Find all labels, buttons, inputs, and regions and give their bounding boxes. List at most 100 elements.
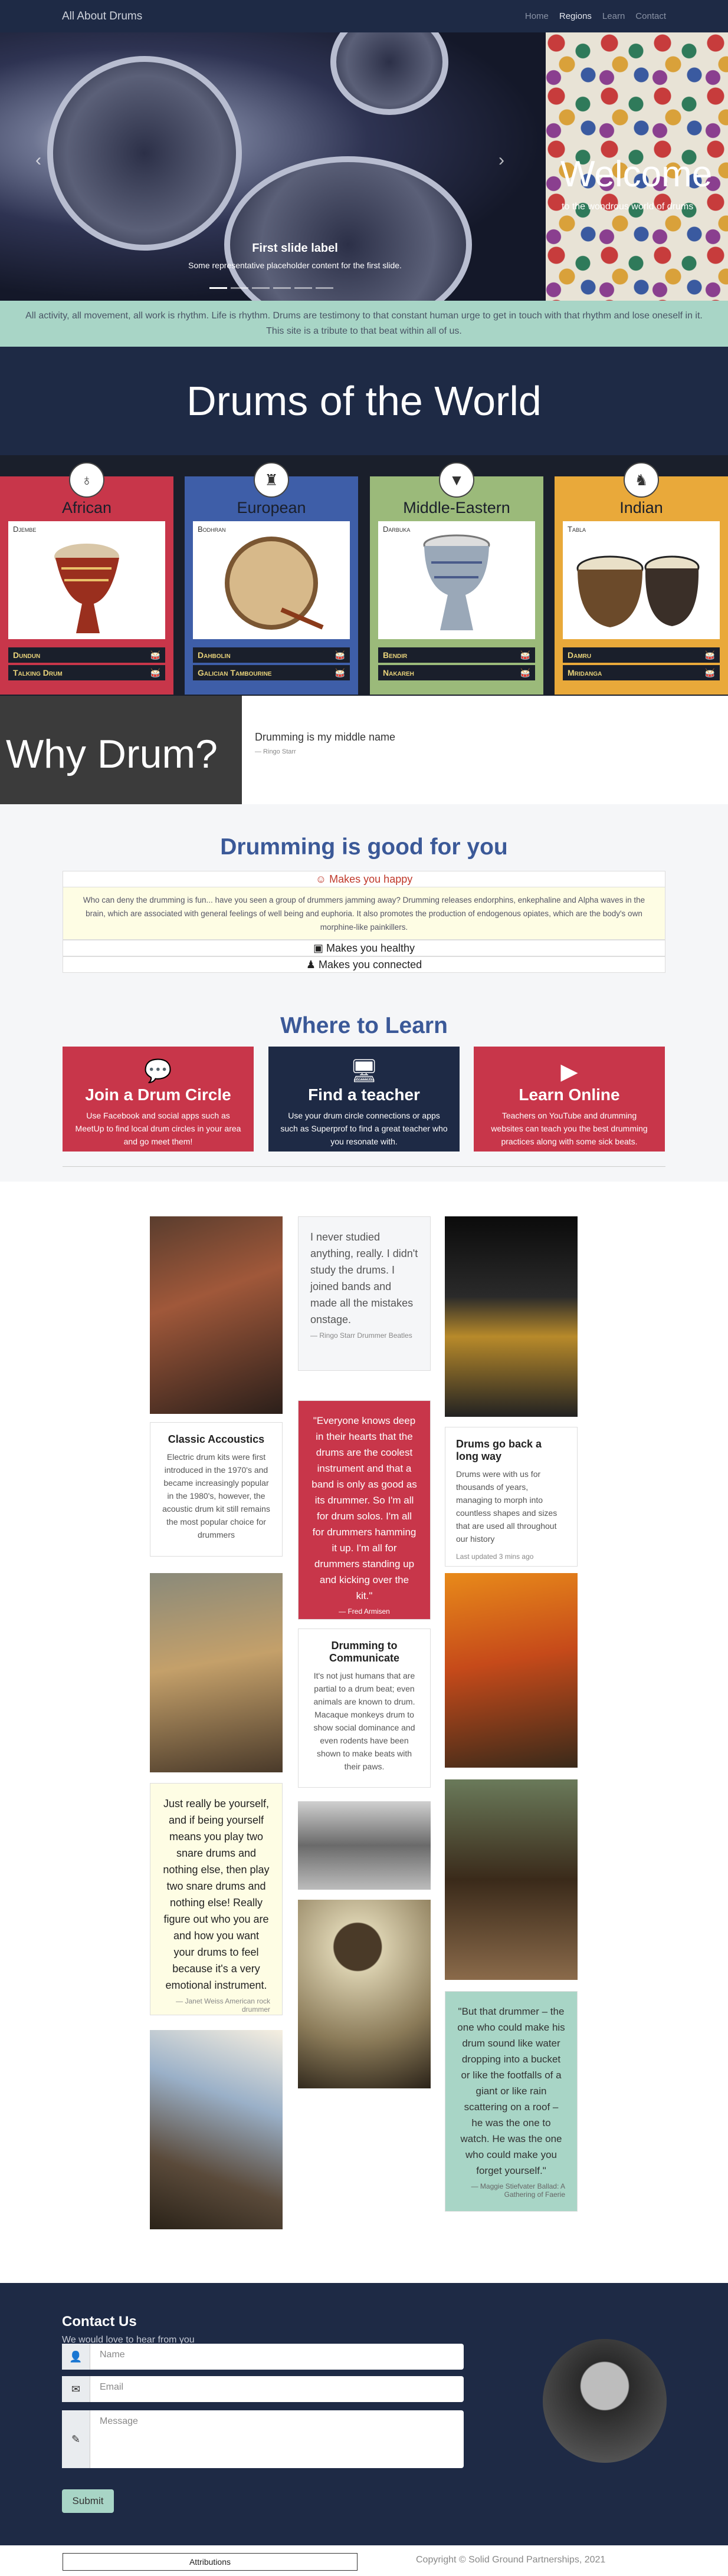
- region-card-european[interactable]: ♜ European Bodhran Dahbolin 🥁 Galician Ta…: [185, 462, 358, 695]
- drummer-photo: [150, 1216, 283, 1414]
- card-title: Drums go back a long way: [456, 1438, 542, 1462]
- chat-icon: 💬: [144, 1059, 172, 1084]
- why-drum-heading: Why Drum?: [0, 696, 242, 804]
- region-card-african[interactable]: ♁ African Djembe Dundun 🥁 Talking Drum 🥁: [0, 462, 173, 695]
- card-text: Use your drum circle connections or apps…: [280, 1111, 448, 1146]
- learn-card-teacher[interactable]: 🖥 Find a teacher Use your drum circle co…: [268, 1047, 460, 1152]
- quote-text: Just really be yourself, and if being yo…: [163, 1798, 270, 1991]
- carousel-indicator[interactable]: [273, 287, 291, 289]
- djembe-image: [8, 521, 165, 639]
- carousel-indicator[interactable]: [316, 287, 333, 289]
- quote-janet-weiss: Just really be yourself, and if being yo…: [150, 1783, 283, 2015]
- brand-link[interactable]: All About Drums: [62, 10, 142, 23]
- region-card-indian[interactable]: ♞ Indian Tabla Damru 🥁 Mridanga 🥁: [555, 462, 728, 695]
- nav-link-home[interactable]: Home: [525, 11, 549, 21]
- rhythm-quote: All activity, all movement, all work is …: [0, 301, 728, 347]
- name-input[interactable]: Name: [90, 2344, 135, 2370]
- tabla-player-photo: [445, 1573, 578, 1768]
- envelope-icon: ✉: [62, 2376, 90, 2402]
- drum-label: Darbuka: [383, 525, 411, 534]
- accordion-happy[interactable]: ☺ Makes you happy: [63, 871, 665, 887]
- quote-cite: — Fred Armisen: [339, 1607, 390, 1616]
- card-history: Drums go back a long way Drums were with…: [445, 1427, 578, 1567]
- card-meta: Last updated 3 mins ago: [456, 1552, 534, 1561]
- quote-cite: — Janet Weiss American rock drummer: [176, 1997, 270, 2014]
- attributions-button[interactable]: Attributions: [63, 2553, 358, 2571]
- drum-icon: 🥁: [150, 668, 160, 677]
- carousel-next-icon[interactable]: ›: [499, 150, 504, 170]
- learn-card-online[interactable]: ▶ Learn Online Teachers on YouTube and d…: [474, 1047, 665, 1152]
- submit-button[interactable]: Submit: [62, 2489, 114, 2513]
- copyright-text: Copyright © Solid Ground Partnerships, 2…: [416, 2555, 606, 2565]
- email-field[interactable]: ✉ Email: [62, 2376, 464, 2402]
- region-title: Middle-Eastern: [403, 499, 510, 516]
- carousel-indicator[interactable]: [231, 287, 248, 289]
- navbar: All About Drums Home Regions Learn Conta…: [0, 0, 728, 32]
- benefits-title: Drumming is good for you: [220, 834, 508, 860]
- name-field[interactable]: 👤 Name: [62, 2344, 464, 2370]
- nav-link-regions[interactable]: Regions: [559, 11, 592, 21]
- drum-icon: 🥁: [150, 650, 160, 660]
- carousel-indicators: [209, 287, 333, 289]
- people-icon: ♟: [306, 959, 319, 970]
- message-input[interactable]: Message: [90, 2410, 147, 2468]
- welcome-heading: Welcome: [560, 154, 713, 195]
- message-field[interactable]: ✎ Message: [62, 2410, 464, 2468]
- drum-item[interactable]: Dahbolin 🥁: [193, 647, 350, 663]
- quote-text: Drumming is my middle name: [255, 731, 396, 743]
- drum-label: Bodhran: [198, 525, 226, 534]
- drum-label: Tabla: [568, 525, 586, 534]
- email-input[interactable]: Email: [90, 2376, 133, 2402]
- smile-icon: ☺: [315, 873, 330, 885]
- region-card-middle-eastern[interactable]: ▼ Middle-Eastern Darbuka Bendir 🥁 Nakareh…: [370, 462, 543, 695]
- region-title: European: [237, 499, 306, 516]
- accordion-connected[interactable]: ♟ Makes you connected: [63, 956, 665, 973]
- quote-maggie-stiefvater: "But that drummer – the one who could ma…: [445, 1991, 578, 2212]
- drum-item[interactable]: Nakareh 🥁: [378, 665, 535, 680]
- card-classic-acoustics: Classic Accoustics Electric drum kits we…: [150, 1422, 283, 1557]
- hero-carousel: First slide label Some representative pl…: [0, 32, 728, 301]
- card-text: It's not just humans that are partial to…: [313, 1671, 415, 1771]
- drum-item[interactable]: Damru 🥁: [563, 647, 720, 663]
- drum-item[interactable]: Mridanga 🥁: [563, 665, 720, 680]
- divider: [63, 1166, 665, 1167]
- card-text: Electric drum kits were first introduced…: [162, 1452, 270, 1539]
- nav-links: Home Regions Learn Contact: [525, 11, 666, 21]
- drum-icon: 🥁: [520, 668, 530, 677]
- drummer-photo: [150, 2030, 283, 2229]
- darbuka-image: [378, 521, 535, 639]
- quote-text: "Everyone knows deep in their hearts tha…: [311, 1415, 417, 1601]
- drum-kit-photo: [298, 1801, 431, 1890]
- carousel-indicator[interactable]: [209, 287, 227, 289]
- carousel-indicator[interactable]: [294, 287, 312, 289]
- drum-item[interactable]: Dundun 🥁: [8, 647, 165, 663]
- carousel-prev-icon[interactable]: ‹: [35, 150, 41, 170]
- quote-cite: — Ringo Starr: [255, 748, 296, 755]
- drum-item[interactable]: Bendir 🥁: [378, 647, 535, 663]
- drum-item[interactable]: Galician Tambourine 🥁: [193, 665, 350, 680]
- quote-fred-armisen: "Everyone knows deep in their hearts tha…: [298, 1400, 431, 1620]
- card-title: Classic Accoustics: [168, 1433, 265, 1445]
- card-text: Teachers on YouTube and drumming website…: [491, 1111, 648, 1146]
- regions-section: ♁ African Djembe Dundun 🥁 Talking Drum 🥁 ♜…: [0, 455, 728, 696]
- drum-item[interactable]: Talking Drum 🥁: [8, 665, 165, 680]
- carousel-indicator[interactable]: [252, 287, 270, 289]
- quote-cite: — Maggie Stiefvater Ballad: A Gathering …: [471, 2182, 565, 2199]
- elephant-icon: ♞: [624, 462, 659, 498]
- welcome-subheading: to the wondrous world of drums: [562, 202, 694, 212]
- accordion-healthy[interactable]: ▣ Makes you healthy: [63, 940, 665, 956]
- nav-link-learn[interactable]: Learn: [602, 11, 625, 21]
- youtube-icon: ▶: [560, 1060, 578, 1084]
- why-quote: Drumming is my middle name — Ringo Starr: [255, 731, 609, 755]
- quote-cite: — Ringo Starr Drummer Beatles: [310, 1331, 412, 1340]
- drum-label: Djembe: [13, 525, 37, 534]
- nav-link-contact[interactable]: Contact: [635, 11, 666, 21]
- region-title: Indian: [619, 499, 663, 516]
- quote-text: I never studied anything, really. I didn…: [310, 1231, 418, 1325]
- card-communicate: Drumming to Communicate It's not just hu…: [298, 1628, 431, 1788]
- accordion-happy-body: Who can deny the drumming is fun... have…: [63, 887, 665, 940]
- tabla-image: [563, 521, 720, 639]
- learn-card-drum-circle[interactable]: 💬 Join a Drum Circle Use Facebook and so…: [63, 1047, 254, 1152]
- card-text: Use Facebook and social apps such as Mee…: [75, 1111, 241, 1146]
- heartbeat-icon: ▣: [313, 942, 326, 954]
